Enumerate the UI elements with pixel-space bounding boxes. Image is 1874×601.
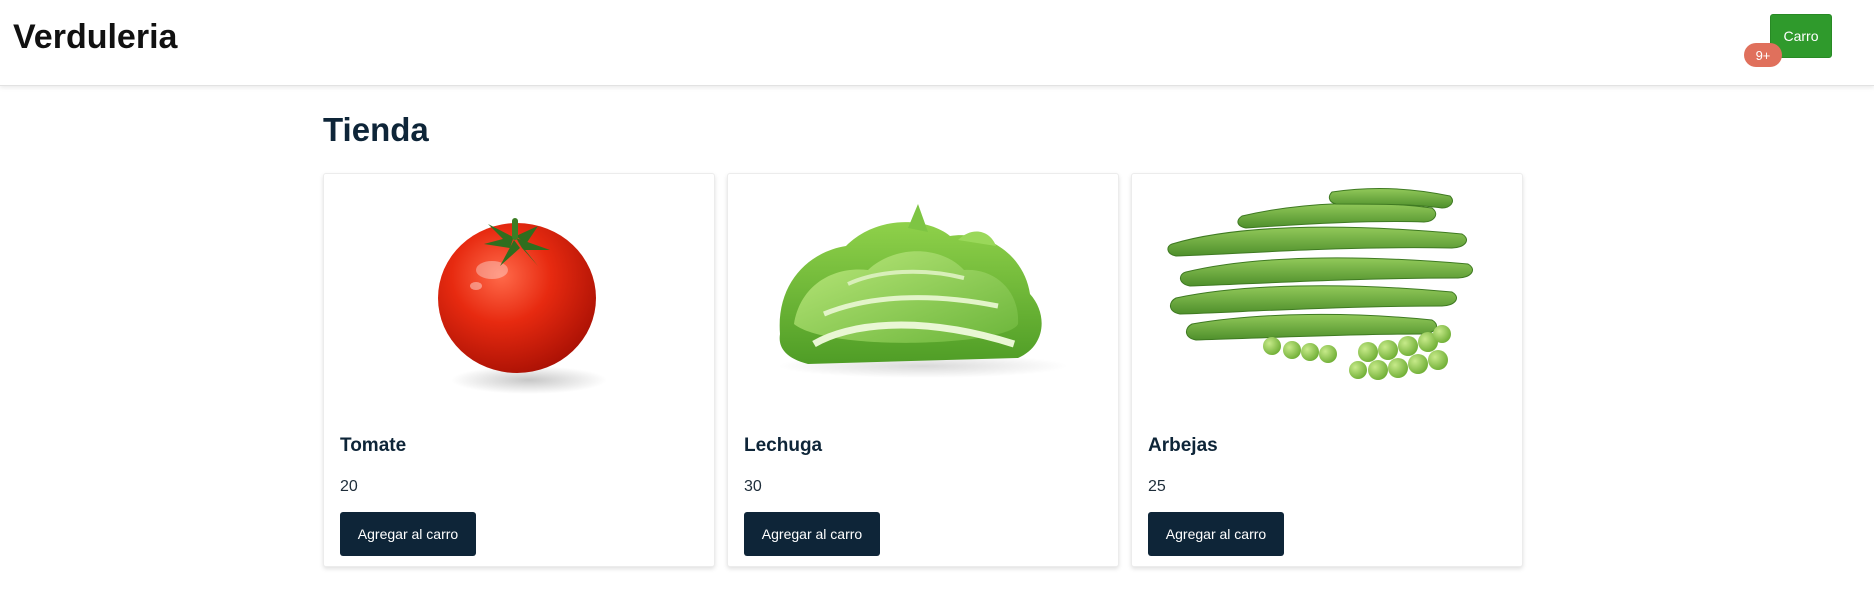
tomato-image	[438, 218, 607, 394]
cart-count-badge: 9+	[1744, 43, 1782, 67]
product-card-lechuga: Lechuga 30 Agregar al carro	[727, 173, 1119, 567]
brand-title[interactable]: Verduleria	[13, 18, 177, 57]
peas-image	[1167, 188, 1473, 380]
page-title: Tienda	[323, 111, 429, 148]
add-to-cart-button[interactable]: Agregar al carro	[1148, 512, 1284, 556]
navbar: Verduleria Carro 9+	[0, 0, 1874, 86]
add-to-cart-button[interactable]: Agregar al carro	[744, 512, 880, 556]
product-name: Lechuga	[744, 435, 823, 456]
add-to-cart-button[interactable]: Agregar al carro	[340, 512, 476, 556]
product-price: 30	[744, 478, 762, 495]
product-price: 25	[1148, 478, 1166, 495]
product-card-arbejas: Arbejas 25 Agregar al carro	[1131, 173, 1523, 567]
product-name: Tomate	[340, 435, 407, 456]
lettuce-image	[778, 204, 1068, 378]
product-card-tomate: Tomate 20 Agregar al carro	[323, 173, 715, 567]
product-price: 20	[340, 478, 358, 495]
product-name: Arbejas	[1148, 435, 1218, 456]
